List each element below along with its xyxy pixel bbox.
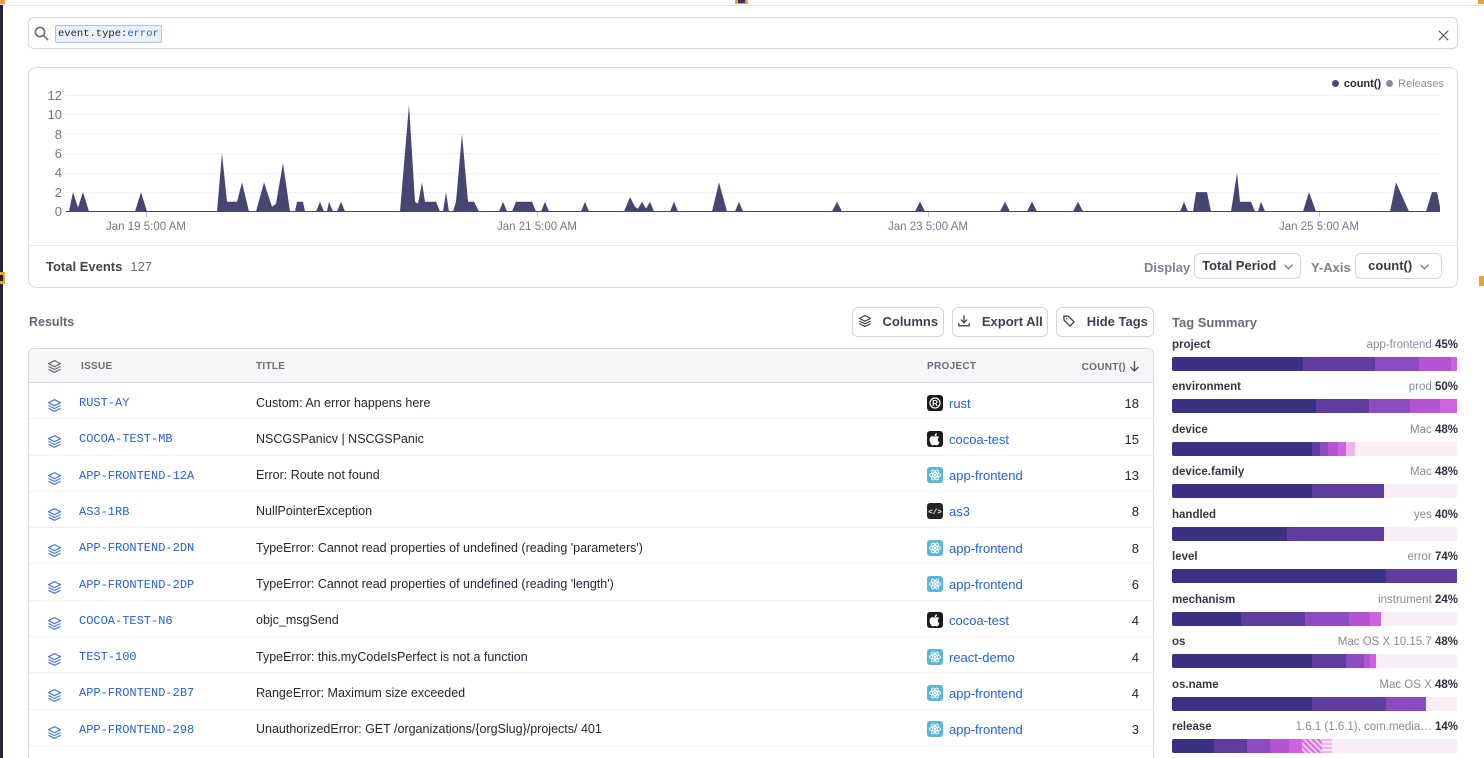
svg-text:</>: </> [928, 509, 942, 517]
svg-text:R: R [932, 398, 938, 407]
